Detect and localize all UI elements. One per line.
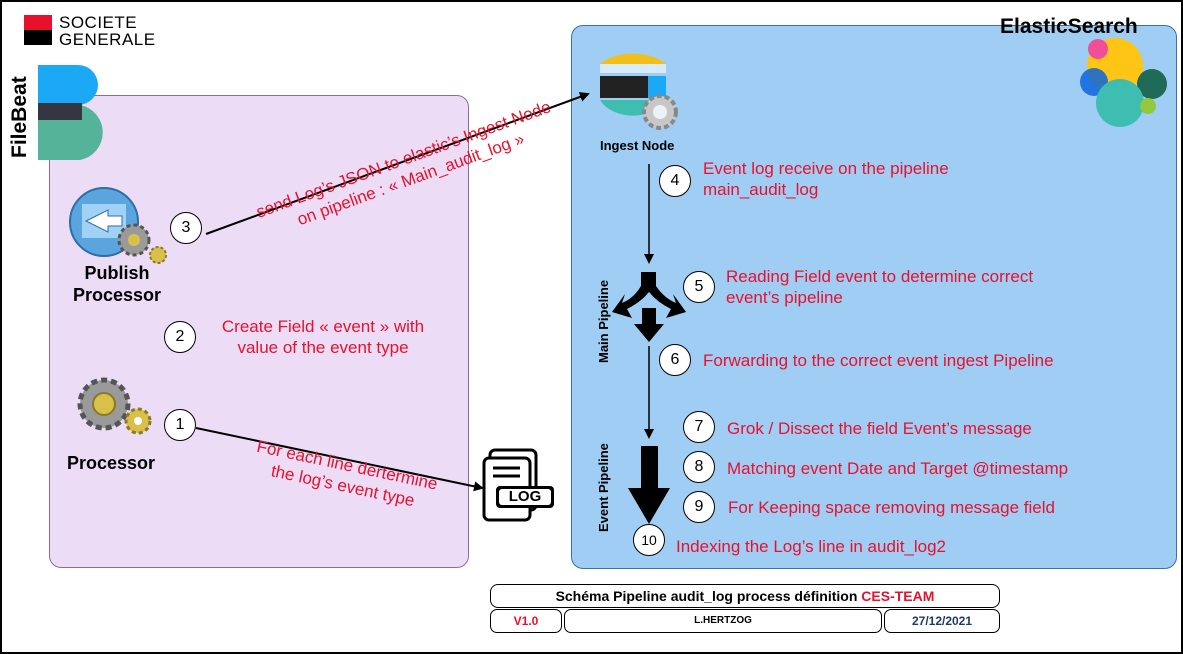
step-7-text: Grok / Dissect the field Event’s message xyxy=(727,419,1032,438)
step-4-number: 4 xyxy=(659,165,691,197)
step-2-line1: Create Field « event » with xyxy=(221,317,425,336)
ingest-node-icon xyxy=(600,53,678,130)
step-2-number: 2 xyxy=(164,321,196,353)
step-5-text: Reading Field event to determine correct… xyxy=(726,266,1033,308)
elastic-logo-icon xyxy=(1080,38,1167,127)
footer-date: 27/12/2021 xyxy=(884,609,1000,633)
footer-author: L.HERTZOG xyxy=(564,609,882,633)
publish-processor-line1: Publish xyxy=(84,263,150,283)
step-10-text: Indexing the Log’s line in audit_log2 xyxy=(676,537,947,556)
step-4-line2: main_audit_log xyxy=(703,180,819,199)
step-9-number: 9 xyxy=(683,491,715,523)
log-icon-text: LOG xyxy=(508,488,542,505)
main-pipeline-label: Main Pipeline xyxy=(596,279,611,363)
step-5-number: 5 xyxy=(683,271,715,303)
step-6-text: Forwarding to the correct event ingest P… xyxy=(703,351,1054,370)
footer-title: Schéma Pipeline audit_log process défini… xyxy=(490,584,1000,608)
footer-title-team: CES-TEAM xyxy=(861,588,935,604)
step-9-text: For Keeping space removing message field xyxy=(728,498,1055,517)
step-8-text: Matching event Date and Target @timestam… xyxy=(727,459,1069,478)
processor-label: Processor xyxy=(66,453,156,473)
publish-processor-line2: Processor xyxy=(72,285,162,305)
step-7-number: 7 xyxy=(683,411,715,443)
filebeat-logo-icon xyxy=(38,65,103,160)
event-pipeline-label: Event Pipeline xyxy=(596,443,611,532)
step-2-line2: value of the event type xyxy=(237,338,409,357)
processor-icon xyxy=(77,377,152,435)
step-3-number: 3 xyxy=(170,212,202,244)
step-5-line2: event’s pipeline xyxy=(726,288,843,307)
event-pipeline-arrow-icon xyxy=(628,446,670,524)
step-1-number: 1 xyxy=(164,409,196,441)
step-4-line1: Event log receive on the pipeline xyxy=(703,159,949,178)
publish-processor-icon xyxy=(69,187,167,264)
ingest-node-label: Ingest Node xyxy=(600,138,675,153)
split-arrow-icon xyxy=(612,272,686,342)
step-4-text: Event log receive on the pipeline main_a… xyxy=(703,158,949,200)
step-6-number: 6 xyxy=(659,344,691,376)
publish-processor-label: Publish Processor xyxy=(58,262,176,306)
footer-title-prefix: Schéma Pipeline audit_log process défini… xyxy=(555,588,862,604)
step-5-line1: Reading Field event to determine correct xyxy=(726,267,1034,286)
footer-version: V1.0 xyxy=(490,609,562,633)
log-file-icon xyxy=(482,448,554,522)
step-2-text: Create Field « event » with value of the… xyxy=(198,316,448,358)
step-8-number: 8 xyxy=(683,451,715,483)
step-10-number: 10 xyxy=(633,524,665,556)
